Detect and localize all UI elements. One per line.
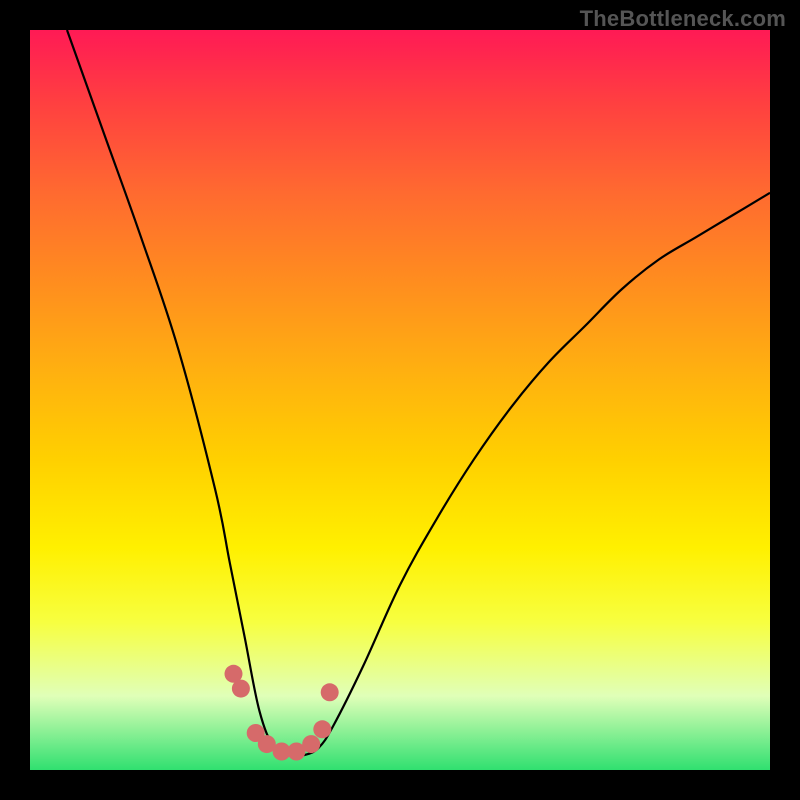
bottleneck-curve	[67, 30, 770, 756]
threshold-marker	[232, 680, 250, 698]
threshold-marker	[313, 720, 331, 738]
threshold-marker	[302, 735, 320, 753]
chart-frame: TheBottleneck.com	[0, 0, 800, 800]
watermark-text: TheBottleneck.com	[580, 6, 786, 32]
chart-svg	[30, 30, 770, 770]
threshold-marker	[321, 683, 339, 701]
